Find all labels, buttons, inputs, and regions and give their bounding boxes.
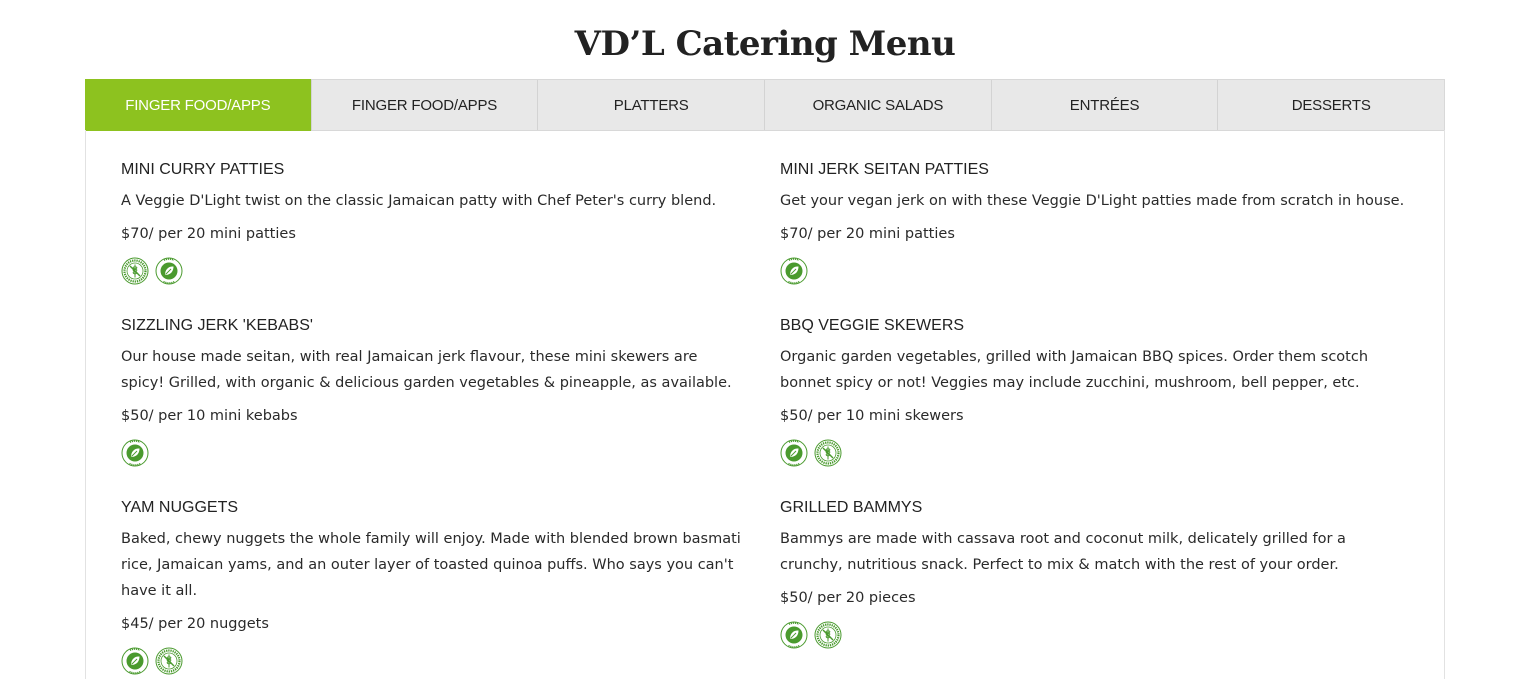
- item-name: SIZZLING JERK 'KEBABS': [121, 317, 313, 334]
- page-title: VD’L Catering Menu: [574, 23, 956, 64]
- item-name: MINI JERK SEITAN PATTIES: [780, 161, 989, 178]
- diet-badges: [121, 439, 745, 469]
- diet-badges: [780, 621, 1410, 651]
- item-price: $70/ per 20 mini patties: [780, 226, 955, 242]
- gluten-free-badge-icon: [814, 439, 842, 469]
- tab-entrees[interactable]: ENTRÉES: [992, 80, 1219, 130]
- menu-item: MINI JERK SEITAN PATTIES Get your vegan …: [780, 158, 1410, 287]
- menu-item: SIZZLING JERK 'KEBABS' Our house made se…: [121, 314, 745, 469]
- tab-platters[interactable]: PLATTERS: [538, 80, 766, 130]
- item-name: GRILLED BAMMYS: [780, 499, 923, 516]
- item-description: A Veggie D'Light twist on the classic Ja…: [121, 193, 717, 209]
- menu-item: MINI CURRY PATTIES A Veggie D'Light twis…: [121, 158, 745, 287]
- menu-item: BBQ VEGGIE SKEWERS Organic garden vegeta…: [780, 314, 1410, 469]
- item-description: Bammys are made with cassava root and co…: [780, 531, 1346, 573]
- item-price: $70/ per 20 mini patties: [121, 226, 296, 242]
- tab-finger-food-apps-2[interactable]: FINGER FOOD/APPS: [312, 80, 539, 130]
- item-description: Get your vegan jerk on with these Veggie…: [780, 193, 1405, 209]
- tab-finger-food-apps[interactable]: FINGER FOOD/APPS: [85, 79, 312, 131]
- gluten-free-badge-icon: [155, 647, 183, 677]
- vegan-badge-icon: [155, 257, 183, 287]
- item-name: BBQ VEGGIE SKEWERS: [780, 317, 965, 334]
- gluten-free-badge-icon: [121, 257, 149, 287]
- item-price: $50/ per 10 mini kebabs: [121, 408, 298, 424]
- tab-desserts[interactable]: DESSERTS: [1218, 80, 1444, 130]
- vegan-badge-icon: [121, 439, 149, 469]
- diet-badges: [780, 257, 1410, 287]
- diet-badges: [780, 439, 1410, 469]
- item-price: $50/ per 20 pieces: [780, 590, 916, 606]
- item-price: $50/ per 10 mini skewers: [780, 408, 964, 424]
- item-description: Baked, chewy nuggets the whole family wi…: [121, 531, 741, 599]
- vegan-badge-icon: [780, 621, 808, 651]
- vegan-badge-icon: [780, 439, 808, 469]
- menu-column-right: MINI JERK SEITAN PATTIES Get your vegan …: [780, 158, 1410, 678]
- item-name: MINI CURRY PATTIES: [121, 161, 285, 178]
- item-name: YAM NUGGETS: [121, 499, 239, 516]
- menu-item: YAM NUGGETS Baked, chewy nuggets the who…: [121, 496, 745, 677]
- gluten-free-badge-icon: [814, 621, 842, 651]
- item-description: Our house made seitan, with real Jamaica…: [121, 349, 732, 391]
- vegan-badge-icon: [780, 257, 808, 287]
- menu-column-left: MINI CURRY PATTIES A Veggie D'Light twis…: [121, 158, 745, 679]
- vegan-badge-icon: [121, 647, 149, 677]
- tab-organic-salads[interactable]: ORGANIC SALADS: [765, 80, 992, 130]
- diet-badges: [121, 257, 745, 287]
- menu-item: GRILLED BAMMYS Bammys are made with cass…: [780, 496, 1410, 651]
- diet-badges: [121, 647, 745, 677]
- item-description: Organic garden vegetables, grilled with …: [780, 349, 1369, 391]
- menu-tabs: FINGER FOOD/APPS FINGER FOOD/APPS PLATTE…: [85, 79, 1445, 131]
- item-price: $45/ per 20 nuggets: [121, 616, 269, 632]
